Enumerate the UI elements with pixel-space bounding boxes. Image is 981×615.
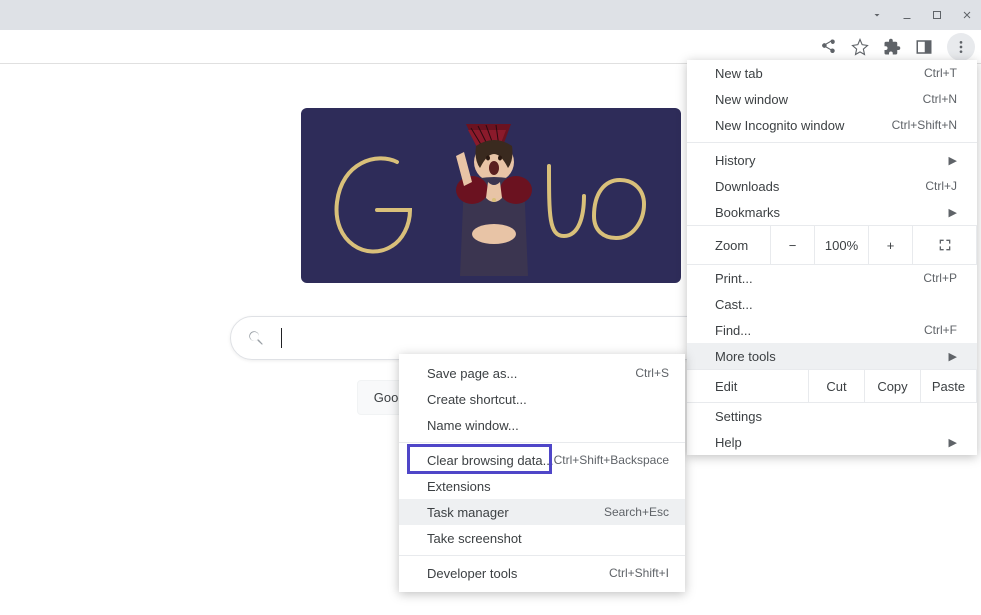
doodle-figure <box>416 116 566 276</box>
zoom-value: 100% <box>815 226 869 264</box>
menu-cast[interactable]: Cast... <box>687 291 977 317</box>
chevron-down-icon[interactable] <box>871 9 883 21</box>
chevron-right-icon: ▶ <box>949 350 957 363</box>
chevron-right-icon: ▶ <box>949 436 957 449</box>
zoom-label: Zoom <box>687 226 771 264</box>
maximize-icon[interactable] <box>931 9 943 21</box>
sidepanel-icon[interactable] <box>915 38 933 56</box>
submenu-create-shortcut[interactable]: Create shortcut... <box>399 386 685 412</box>
submenu-save-page[interactable]: Save page as...Ctrl+S <box>399 360 685 386</box>
search-icon <box>247 329 265 347</box>
menu-separator <box>399 555 685 556</box>
menu-help[interactable]: Help▶ <box>687 429 977 455</box>
menu-separator <box>687 142 977 143</box>
menu-new-tab[interactable]: New tabCtrl+T <box>687 60 977 86</box>
submenu-clear-browsing-data[interactable]: Clear browsing data...Ctrl+Shift+Backspa… <box>399 447 685 473</box>
browser-toolbar <box>0 30 981 64</box>
more-tools-submenu: Save page as...Ctrl+S Create shortcut...… <box>399 354 685 592</box>
bookmark-star-icon[interactable] <box>851 38 869 56</box>
menu-more-tools[interactable]: More tools▶ <box>687 343 977 369</box>
menu-zoom-row: Zoom − 100% + <box>687 225 977 265</box>
chrome-main-menu: New tabCtrl+T New windowCtrl+N New Incog… <box>687 60 977 455</box>
edit-label: Edit <box>687 370 809 402</box>
search-input[interactable] <box>294 330 701 347</box>
window-titlebar <box>0 0 981 30</box>
google-doodle[interactable] <box>301 108 681 283</box>
menu-print[interactable]: Print...Ctrl+P <box>687 265 977 291</box>
menu-incognito[interactable]: New Incognito windowCtrl+Shift+N <box>687 112 977 138</box>
chevron-right-icon: ▶ <box>949 154 957 167</box>
minimize-icon[interactable] <box>901 9 913 21</box>
cut-button[interactable]: Cut <box>809 370 865 402</box>
share-icon[interactable] <box>819 38 837 56</box>
submenu-screenshot[interactable]: Take screenshot <box>399 525 685 551</box>
menu-settings[interactable]: Settings <box>687 403 977 429</box>
menu-find[interactable]: Find...Ctrl+F <box>687 317 977 343</box>
chevron-right-icon: ▶ <box>949 206 957 219</box>
text-cursor <box>281 328 282 348</box>
submenu-name-window[interactable]: Name window... <box>399 412 685 438</box>
kebab-menu-icon[interactable] <box>947 33 975 61</box>
copy-button[interactable]: Copy <box>865 370 921 402</box>
menu-new-window[interactable]: New windowCtrl+N <box>687 86 977 112</box>
fullscreen-icon <box>937 237 953 253</box>
menu-bookmarks[interactable]: Bookmarks▶ <box>687 199 977 225</box>
zoom-out-button[interactable]: − <box>771 226 815 264</box>
menu-history[interactable]: History▶ <box>687 147 977 173</box>
submenu-task-manager[interactable]: Task managerSearch+Esc <box>399 499 685 525</box>
paste-button[interactable]: Paste <box>921 370 977 402</box>
zoom-in-button[interactable]: + <box>869 226 913 264</box>
close-icon[interactable] <box>961 9 973 21</box>
menu-edit-row: Edit Cut Copy Paste <box>687 369 977 403</box>
menu-separator <box>399 442 685 443</box>
doodle-container <box>261 108 721 298</box>
fullscreen-button[interactable] <box>913 226 977 264</box>
menu-downloads[interactable]: DownloadsCtrl+J <box>687 173 977 199</box>
submenu-developer-tools[interactable]: Developer toolsCtrl+Shift+I <box>399 560 685 586</box>
extensions-icon[interactable] <box>883 38 901 56</box>
submenu-extensions[interactable]: Extensions <box>399 473 685 499</box>
